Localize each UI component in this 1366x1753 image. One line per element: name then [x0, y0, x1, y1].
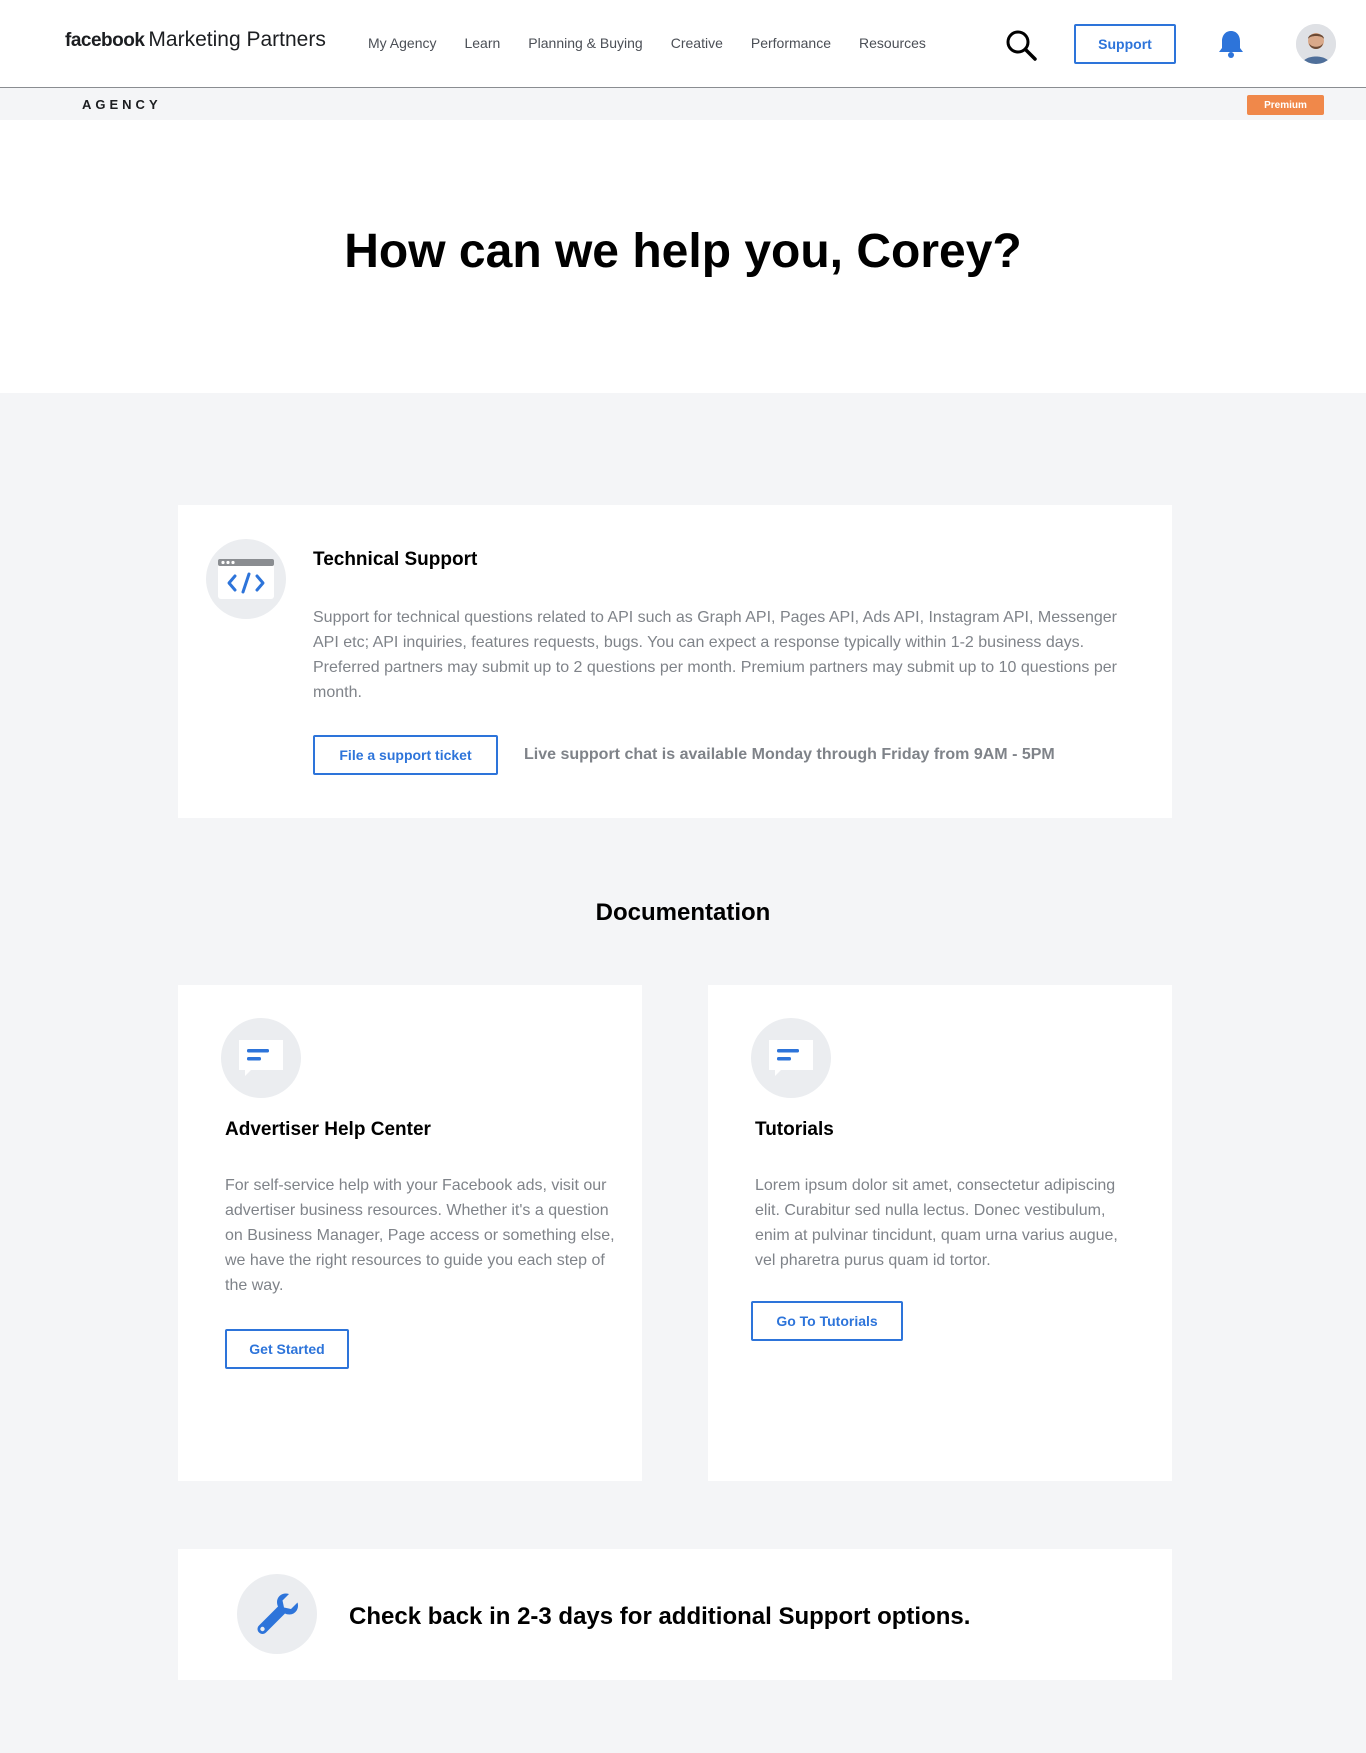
- brand-facebook-wordmark: facebook: [65, 30, 145, 51]
- section-label: AGENCY: [82, 97, 162, 112]
- premium-badge: Premium: [1247, 95, 1324, 115]
- advertiser-help-center-card: Advertiser Help Center For self-service …: [178, 985, 642, 1481]
- tutorials-title: Tutorials: [755, 1119, 834, 1140]
- tutorials-card: Tutorials Lorem ipsum dolor sit amet, co…: [708, 985, 1172, 1481]
- hero-section: How can we help you, Corey?: [0, 120, 1366, 393]
- technical-support-title: Technical Support: [313, 549, 478, 570]
- technical-support-card: Technical Support Support for technical …: [178, 505, 1172, 818]
- wrench-icon: [237, 1574, 317, 1654]
- main-nav: My Agency Learn Planning & Buying Creati…: [368, 35, 954, 51]
- advertiser-help-center-description: For self-service help with your Facebook…: [225, 1177, 615, 1294]
- nav-planning-buying[interactable]: Planning & Buying: [528, 35, 642, 51]
- chat-bubble-icon: [751, 1018, 831, 1098]
- user-avatar[interactable]: [1296, 24, 1336, 64]
- support-button[interactable]: Support: [1074, 24, 1176, 64]
- page-title: How can we help you, Corey?: [344, 225, 1022, 278]
- go-to-tutorials-button[interactable]: Go To Tutorials: [751, 1301, 903, 1341]
- documentation-heading: Documentation: [595, 899, 771, 926]
- check-back-card: Check back in 2-3 days for additional Su…: [178, 1549, 1172, 1680]
- nav-performance[interactable]: Performance: [751, 35, 831, 51]
- nav-learn[interactable]: Learn: [464, 35, 500, 51]
- nav-resources[interactable]: Resources: [859, 35, 926, 51]
- nav-my-agency[interactable]: My Agency: [368, 35, 436, 51]
- brand-marketing-partners: Marketing Partners: [148, 28, 326, 51]
- live-chat-notice: Live support chat is available Monday th…: [524, 746, 1055, 763]
- bell-icon[interactable]: [1217, 29, 1245, 59]
- get-started-button[interactable]: Get Started: [225, 1329, 349, 1369]
- technical-support-description: Support for technical questions related …: [313, 609, 1118, 701]
- code-window-icon: [206, 539, 286, 619]
- top-navigation-bar: facebook Marketing Partners My Agency Lea…: [0, 0, 1366, 88]
- check-back-message: Check back in 2-3 days for additional Su…: [349, 1603, 971, 1630]
- brand-logo[interactable]: facebook Marketing Partners: [65, 28, 326, 52]
- nav-creative[interactable]: Creative: [671, 35, 723, 51]
- advertiser-help-center-title: Advertiser Help Center: [225, 1119, 431, 1140]
- chat-bubble-icon: [221, 1018, 301, 1098]
- search-icon[interactable]: [1005, 29, 1037, 61]
- tutorials-description: Lorem ipsum dolor sit amet, consectetur …: [755, 1177, 1118, 1269]
- file-support-ticket-button[interactable]: File a support ticket: [313, 735, 498, 775]
- agency-subbar: AGENCY Premium: [0, 89, 1366, 120]
